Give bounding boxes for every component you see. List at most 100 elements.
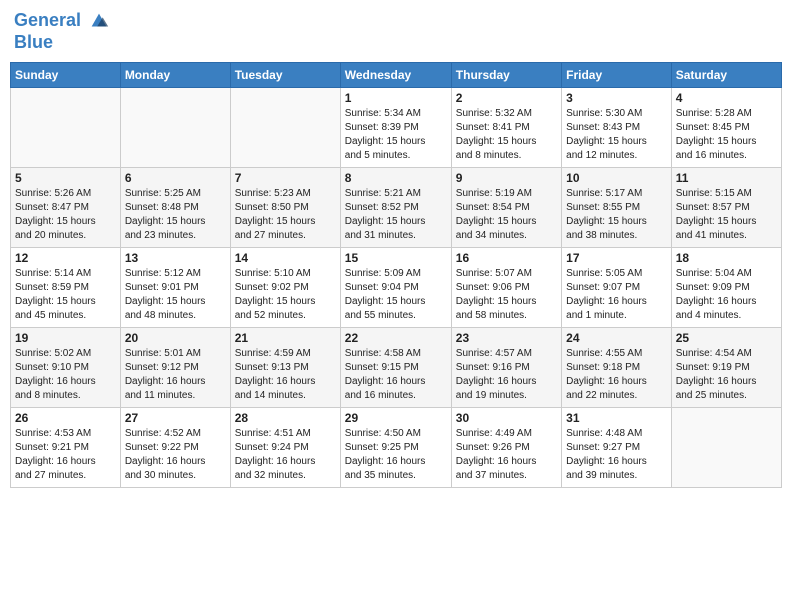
day-cell-22: 22 Sunrise: 4:58 AM Sunset: 9:15 PM Dayli… xyxy=(340,327,451,407)
day-info: Sunrise: 4:49 AM Sunset: 9:26 PM Dayligh… xyxy=(456,427,557,483)
day-number: 25 xyxy=(676,331,777,345)
day-cell-3: 3 Sunrise: 5:30 AM Sunset: 8:43 PM Daylig… xyxy=(562,87,672,167)
day-info: Sunrise: 4:53 AM Sunset: 9:21 PM Dayligh… xyxy=(15,427,116,483)
weekday-sunday: Sunday xyxy=(11,62,121,87)
day-cell-29: 29 Sunrise: 4:50 AM Sunset: 9:25 PM Dayli… xyxy=(340,407,451,487)
day-number: 3 xyxy=(566,91,667,105)
day-cell-6: 6Sunrise: 5:25 AM Sunset: 8:48 PM Daylig… xyxy=(120,167,230,247)
weekday-monday: Monday xyxy=(120,62,230,87)
day-info: Sunrise: 5:12 AM Sunset: 9:01 PM Dayligh… xyxy=(125,267,226,323)
day-info: Sunrise: 5:17 AM Sunset: 8:55 PM Dayligh… xyxy=(566,187,667,243)
day-number: 12 xyxy=(15,251,116,265)
day-cell-7: 7Sunrise: 5:23 AM Sunset: 8:50 PM Daylig… xyxy=(230,167,340,247)
weekday-wednesday: Wednesday xyxy=(340,62,451,87)
day-cell-4: 4Sunrise: 5:28 AM Sunset: 8:45 PM Daylig… xyxy=(671,87,781,167)
day-number: 11 xyxy=(676,171,777,185)
day-info: Sunrise: 5:14 AM Sunset: 8:59 PM Dayligh… xyxy=(15,267,116,323)
day-number: 7 xyxy=(235,171,336,185)
day-number: 19 xyxy=(15,331,116,345)
day-number: 30 xyxy=(456,411,557,425)
day-cell-21: 21 Sunrise: 4:59 AM Sunset: 9:13 PM Dayli… xyxy=(230,327,340,407)
day-info: Sunrise: 4:52 AM Sunset: 9:22 PM Dayligh… xyxy=(125,427,226,483)
day-cell-14: 14 Sunrise: 5:10 AM Sunset: 9:02 PM Dayli… xyxy=(230,247,340,327)
weekday-header-row: SundayMondayTuesdayWednesdayThursdayFrid… xyxy=(11,62,782,87)
day-number: 18 xyxy=(676,251,777,265)
day-info: Sunrise: 4:50 AM Sunset: 9:25 PM Dayligh… xyxy=(345,427,447,483)
day-number: 16 xyxy=(456,251,557,265)
day-cell-28: 28 Sunrise: 4:51 AM Sunset: 9:24 PM Dayli… xyxy=(230,407,340,487)
day-info: Sunrise: 4:58 AM Sunset: 9:15 PM Dayligh… xyxy=(345,347,447,403)
week-row-5: 26 Sunrise: 4:53 AM Sunset: 9:21 PM Dayli… xyxy=(11,407,782,487)
day-number: 22 xyxy=(345,331,447,345)
day-cell-30: 30 Sunrise: 4:49 AM Sunset: 9:26 PM Dayli… xyxy=(451,407,561,487)
day-number: 15 xyxy=(345,251,447,265)
day-info: Sunrise: 4:51 AM Sunset: 9:24 PM Dayligh… xyxy=(235,427,336,483)
day-info: Sunrise: 5:30 AM Sunset: 8:43 PM Dayligh… xyxy=(566,107,667,163)
day-cell-18: 18 Sunrise: 5:04 AM Sunset: 9:09 PM Dayli… xyxy=(671,247,781,327)
day-info: Sunrise: 5:02 AM Sunset: 9:10 PM Dayligh… xyxy=(15,347,116,403)
day-info: Sunrise: 5:32 AM Sunset: 8:41 PM Dayligh… xyxy=(456,107,557,163)
weekday-thursday: Thursday xyxy=(451,62,561,87)
day-cell-27: 27 Sunrise: 4:52 AM Sunset: 9:22 PM Dayli… xyxy=(120,407,230,487)
day-number: 29 xyxy=(345,411,447,425)
weekday-tuesday: Tuesday xyxy=(230,62,340,87)
day-info: Sunrise: 4:59 AM Sunset: 9:13 PM Dayligh… xyxy=(235,347,336,403)
day-info: Sunrise: 4:57 AM Sunset: 9:16 PM Dayligh… xyxy=(456,347,557,403)
day-number: 27 xyxy=(125,411,226,425)
day-number: 20 xyxy=(125,331,226,345)
week-row-4: 19 Sunrise: 5:02 AM Sunset: 9:10 PM Dayli… xyxy=(11,327,782,407)
day-cell-23: 23 Sunrise: 4:57 AM Sunset: 9:16 PM Dayli… xyxy=(451,327,561,407)
day-number: 5 xyxy=(15,171,116,185)
page-header: General Blue xyxy=(10,10,782,54)
day-number: 23 xyxy=(456,331,557,345)
empty-cell xyxy=(230,87,340,167)
day-number: 26 xyxy=(15,411,116,425)
empty-cell xyxy=(120,87,230,167)
day-cell-17: 17 Sunrise: 5:05 AM Sunset: 9:07 PM Dayli… xyxy=(562,247,672,327)
day-info: Sunrise: 4:48 AM Sunset: 9:27 PM Dayligh… xyxy=(566,427,667,483)
day-info: Sunrise: 5:09 AM Sunset: 9:04 PM Dayligh… xyxy=(345,267,447,323)
day-number: 8 xyxy=(345,171,447,185)
day-number: 2 xyxy=(456,91,557,105)
day-info: Sunrise: 5:10 AM Sunset: 9:02 PM Dayligh… xyxy=(235,267,336,323)
day-number: 31 xyxy=(566,411,667,425)
day-cell-1: 1 Sunrise: 5:34 AM Sunset: 8:39 PM Daylig… xyxy=(340,87,451,167)
day-info: Sunrise: 5:19 AM Sunset: 8:54 PM Dayligh… xyxy=(456,187,557,243)
day-number: 1 xyxy=(345,91,447,105)
logo-icon xyxy=(88,10,110,32)
day-number: 17 xyxy=(566,251,667,265)
day-cell-25: 25 Sunrise: 4:54 AM Sunset: 9:19 PM Dayli… xyxy=(671,327,781,407)
day-info: Sunrise: 5:21 AM Sunset: 8:52 PM Dayligh… xyxy=(345,187,447,243)
weekday-saturday: Saturday xyxy=(671,62,781,87)
day-info: Sunrise: 5:04 AM Sunset: 9:09 PM Dayligh… xyxy=(676,267,777,323)
day-cell-5: 5Sunrise: 5:26 AM Sunset: 8:47 PM Daylig… xyxy=(11,167,121,247)
day-number: 24 xyxy=(566,331,667,345)
logo-blue: Blue xyxy=(14,32,110,54)
empty-cell xyxy=(11,87,121,167)
day-cell-8: 8 Sunrise: 5:21 AM Sunset: 8:52 PM Daylig… xyxy=(340,167,451,247)
day-cell-31: 31 Sunrise: 4:48 AM Sunset: 9:27 PM Dayli… xyxy=(562,407,672,487)
day-cell-11: 11Sunrise: 5:15 AM Sunset: 8:57 PM Dayli… xyxy=(671,167,781,247)
day-info: Sunrise: 4:54 AM Sunset: 9:19 PM Dayligh… xyxy=(676,347,777,403)
day-cell-9: 9 Sunrise: 5:19 AM Sunset: 8:54 PM Daylig… xyxy=(451,167,561,247)
day-info: Sunrise: 5:34 AM Sunset: 8:39 PM Dayligh… xyxy=(345,107,447,163)
day-number: 10 xyxy=(566,171,667,185)
weekday-friday: Friday xyxy=(562,62,672,87)
logo-general: General xyxy=(14,10,81,30)
day-number: 14 xyxy=(235,251,336,265)
empty-cell xyxy=(671,407,781,487)
day-cell-19: 19 Sunrise: 5:02 AM Sunset: 9:10 PM Dayli… xyxy=(11,327,121,407)
logo-text: General xyxy=(14,10,110,32)
day-info: Sunrise: 5:28 AM Sunset: 8:45 PM Dayligh… xyxy=(676,107,777,163)
day-number: 21 xyxy=(235,331,336,345)
week-row-1: 1 Sunrise: 5:34 AM Sunset: 8:39 PM Daylig… xyxy=(11,87,782,167)
day-info: Sunrise: 5:05 AM Sunset: 9:07 PM Dayligh… xyxy=(566,267,667,323)
day-number: 9 xyxy=(456,171,557,185)
logo: General Blue xyxy=(14,10,110,54)
day-number: 13 xyxy=(125,251,226,265)
week-row-3: 12 Sunrise: 5:14 AM Sunset: 8:59 PM Dayli… xyxy=(11,247,782,327)
day-info: Sunrise: 5:25 AM Sunset: 8:48 PM Dayligh… xyxy=(125,187,226,243)
day-cell-16: 16Sunrise: 5:07 AM Sunset: 9:06 PM Dayli… xyxy=(451,247,561,327)
day-number: 28 xyxy=(235,411,336,425)
day-cell-20: 20Sunrise: 5:01 AM Sunset: 9:12 PM Dayli… xyxy=(120,327,230,407)
